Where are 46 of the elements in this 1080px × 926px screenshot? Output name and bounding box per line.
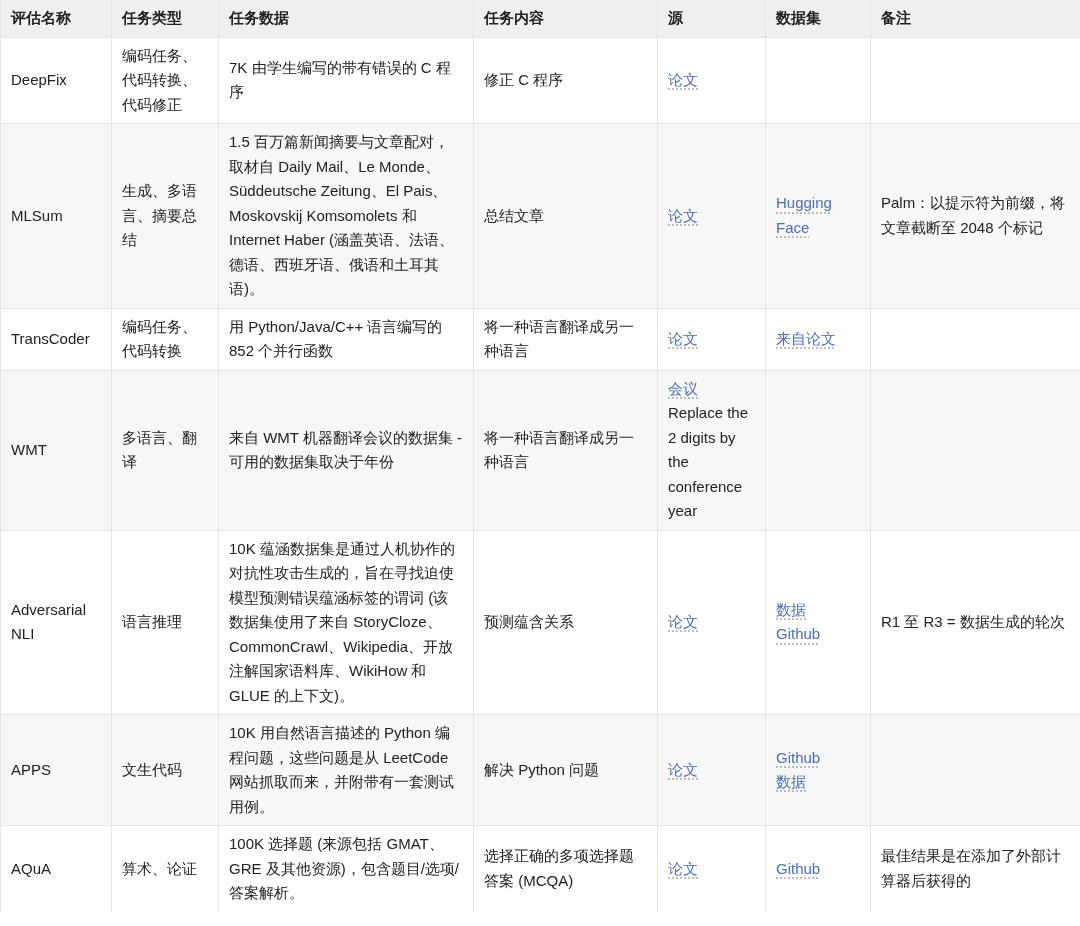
cell-text: 文生代码: [122, 760, 182, 778]
cell-text: Replace the 2 digits by the conference year: [668, 404, 749, 519]
link[interactable]: Github: [776, 622, 821, 647]
cell-text: DeepFix: [11, 71, 67, 88]
link[interactable]: 数据: [776, 770, 806, 795]
cell-text: 生成、多语言、摘要总结: [122, 182, 197, 248]
cell-text: 预测蕴含关系: [484, 613, 574, 630]
cell-text: 1.5 百万篇新闻摘要与文章配对，取材自 Daily Mail、Le Monde、Süddeutsche Zeitung、El Pais、Moskovskij Komsomolets 和 Internet Haber (涵盖英语、法语、德语、西班牙语、俄语和土耳其语)。: [229, 133, 455, 297]
cell-text: 解决 Python 问题: [484, 760, 600, 778]
link[interactable]: 数据: [776, 597, 806, 623]
cell-text: 算术、论证: [122, 859, 197, 877]
cell-text: 来自 WMT 机器翻译会议的数据集 - 可用的数据集取决于年份: [229, 428, 463, 470]
cell-text: 多语言、翻译: [122, 428, 197, 470]
link[interactable]: 论文: [668, 856, 698, 881]
link[interactable]: Github: [776, 856, 821, 881]
cell-text: 10K 用自然语言描述的 Python 编程问题，这些问题是从 LeetCode 网站抓取而来，并附带有一套测试用例。: [229, 724, 454, 815]
cell-text: Adversarial NLI: [11, 600, 87, 643]
cell-text: 7K 由学生编写的带有错误的 C 程序: [229, 58, 451, 101]
cell-text: 选择正确的多项选择题答案 (MCQA): [484, 847, 634, 889]
link[interactable]: 论文: [668, 610, 698, 635]
cell-text: R1 至 R3 = 数据生成的轮次: [881, 613, 1065, 630]
link[interactable]: 来自论文: [776, 326, 836, 352]
cell-text: 10K 蕴涵数据集是通过人机协作的对抗性攻击生成的，旨在寻找迫使模型预测错误蕴涵标签的谓词 (该数据集使用了来自 StoryCloze、CommonCrawl、Wikipedia、开放注解国家语料库、WikiHow 和 GLUE 的上下文)。: [229, 539, 455, 704]
cell-text: TransCoder: [11, 329, 90, 347]
cell-text: 语言推理: [122, 613, 182, 630]
cell-text: Palm：以提示符为前缀，将文章截断至 2048 个标记: [881, 194, 1066, 236]
cell-text: 将一种语言翻译成另一种语言: [484, 428, 634, 470]
link[interactable]: 论文: [668, 68, 698, 93]
link[interactable]: Hugging Face: [776, 191, 860, 241]
cell-text: WMT: [11, 440, 47, 458]
cell-text: 编码任务、代码转换、代码修正: [122, 46, 197, 113]
cell-text: 将一种语言翻译成另一种语言: [484, 317, 634, 359]
cell-text: 最佳结果是在添加了外部计算器后获得的: [881, 847, 1061, 889]
link[interactable]: 会议: [668, 376, 698, 401]
cell-text: 修正 C 程序: [484, 71, 564, 88]
cell-text: 编码任务、代码转换: [122, 317, 197, 359]
cell-text: 用 Python/Java/C++ 语言编写的 852 个并行函数: [229, 317, 443, 359]
cell-text: APPS: [11, 760, 52, 778]
cell-text: 总结文章: [484, 206, 544, 224]
cell-text: 100K 选择题 (来源包括 GMAT、GRE 及其他资源)，包含题目/选项/答案解析。: [229, 835, 459, 901]
link[interactable]: Github: [776, 745, 821, 770]
link[interactable]: 论文: [668, 203, 698, 228]
link[interactable]: 论文: [668, 757, 698, 783]
link[interactable]: 论文: [668, 326, 698, 352]
cell-text: MLSum: [11, 206, 63, 224]
cell-text: AQuA: [11, 859, 52, 877]
